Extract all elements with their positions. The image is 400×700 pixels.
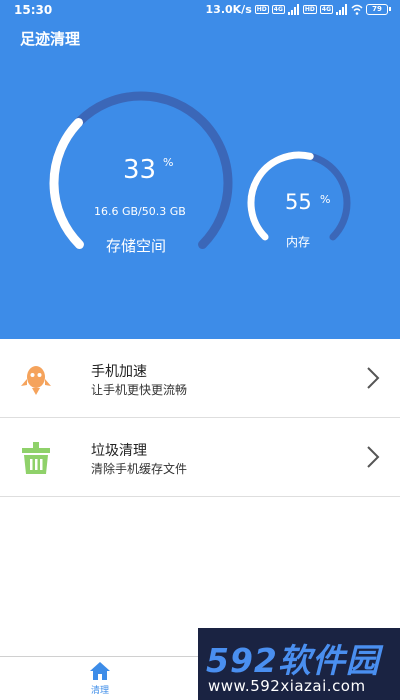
- watermark-url: www.592xiazai.com: [208, 677, 366, 695]
- item-subtitle: 让手机更快更流畅: [91, 383, 188, 397]
- watermark-brand: 592软件园: [206, 641, 380, 680]
- memory-percent-unit: %: [320, 193, 331, 206]
- gauges: [49, 91, 351, 250]
- item-subtitle: 清除手机缓存文件: [91, 462, 188, 476]
- trash-bin-icon: [22, 442, 50, 474]
- rocket-icon: [21, 366, 51, 395]
- nav-item-clean[interactable]: 清理: [78, 661, 122, 696]
- nav-label: 清理: [90, 686, 109, 696]
- storage-percent: 33: [123, 155, 157, 185]
- home-icon: [90, 662, 110, 680]
- item-title: 手机加速: [91, 364, 147, 380]
- list-item-junk-clean[interactable]: 垃圾清理 清除手机缓存文件: [0, 418, 400, 497]
- item-title: 垃圾清理: [91, 443, 147, 459]
- chevron-right-icon: [367, 367, 380, 389]
- list-item-phone-boost[interactable]: 手机加速 让手机更快更流畅: [0, 339, 400, 418]
- memory-percent: 55: [285, 190, 312, 214]
- storage-percent-unit: %: [163, 156, 174, 169]
- watermark-logo: 592软件园 www.592xiazai.com: [198, 628, 400, 700]
- storage-label: 存储空间: [106, 237, 167, 255]
- storage-gauge-fill: [49, 117, 84, 250]
- feature-list: 手机加速 让手机更快更流畅 垃圾清理 清除手机缓存文件: [0, 339, 400, 497]
- chevron-right-icon: [367, 446, 380, 468]
- memory-label: 内存: [286, 235, 311, 249]
- storage-detail: 16.6 GB/50.3 GB: [94, 205, 186, 218]
